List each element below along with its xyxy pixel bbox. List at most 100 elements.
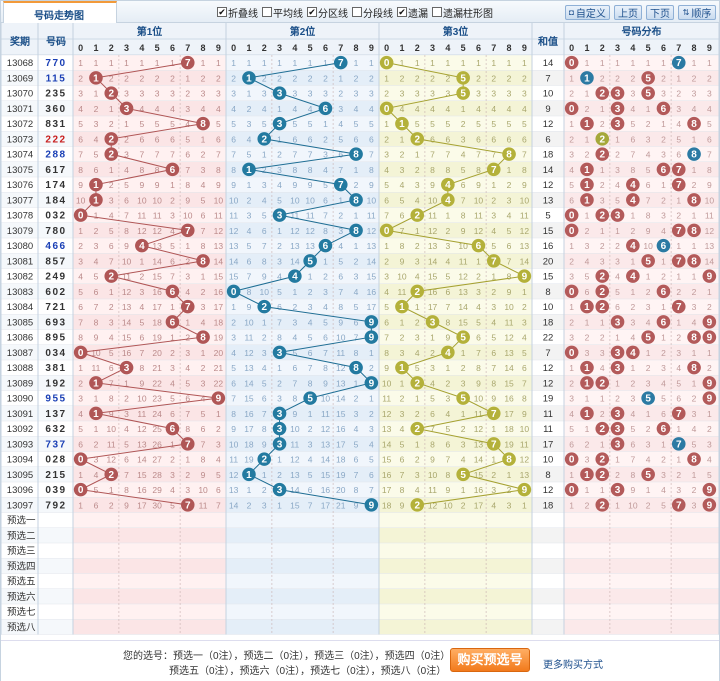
preselect-row-label[interactable]: 预选一: [7, 515, 36, 527]
preselect-row-label[interactable]: 预选五: [7, 576, 36, 588]
omission-count: 1: [384, 241, 389, 251]
omission-count: 7: [445, 455, 450, 465]
drawn-number-cell: 222: [45, 134, 66, 145]
omission-count: 2: [600, 409, 605, 419]
omission-count: 14: [382, 439, 392, 449]
preselect-row-label[interactable]: 预选六: [7, 591, 36, 603]
omission-count: 1: [646, 409, 651, 419]
omission-count: 19: [152, 333, 162, 343]
omission-count: 11: [428, 211, 437, 221]
omission-count: 2: [415, 455, 420, 465]
buy-preselected-button[interactable]: 购买预选号: [450, 648, 530, 672]
omission-count: 7: [78, 317, 83, 327]
row-bg: [532, 512, 564, 528]
row-bg: [226, 527, 379, 543]
preselect-row-label[interactable]: 预选二: [7, 530, 36, 542]
omission-count: 1: [461, 58, 466, 68]
omission-count: 11: [214, 211, 223, 221]
omission-count: 2: [354, 73, 359, 83]
omission-count: 2: [277, 73, 282, 83]
omission-count: 9: [476, 180, 481, 190]
omission-count: 1: [78, 470, 83, 480]
row-bg: [564, 573, 719, 589]
omission-count: 1: [170, 302, 175, 312]
digit-header: 4: [445, 43, 450, 53]
omission-count: 8: [445, 317, 450, 327]
omission-count: 5: [94, 150, 99, 160]
preselect-row-label[interactable]: 预选八: [7, 621, 36, 633]
omission-count: 6: [476, 134, 481, 144]
pos1-ball-digit: 0: [78, 485, 84, 496]
omission-count: 1: [430, 333, 435, 343]
distribution-ball-digit: 1: [584, 119, 590, 130]
omission-count: 3: [476, 287, 481, 297]
omission-count: 17: [367, 302, 377, 312]
omission-count: 4: [369, 439, 374, 449]
omission-count: 13: [458, 287, 468, 297]
omission-count: 2: [461, 119, 466, 129]
omission-count: 4: [384, 165, 389, 175]
period-cell: 13097: [7, 500, 33, 511]
omission-count: 9: [646, 226, 651, 236]
omission-count: 1: [231, 58, 236, 68]
omission-count: 4: [461, 150, 466, 160]
omission-count: 6: [615, 302, 620, 312]
omission-count: 1: [323, 256, 328, 266]
omission-count: 4: [707, 104, 712, 114]
sum-cell: 8: [545, 470, 550, 481]
omission-count: 3: [445, 241, 450, 251]
omission-count: 12: [122, 287, 132, 297]
omission-count: 4: [354, 104, 359, 114]
omission-count: 3: [507, 195, 512, 205]
omission-count: 9: [216, 180, 221, 190]
distribution-ball-digit: 3: [615, 439, 621, 450]
omission-count: 4: [216, 455, 221, 465]
period-cell: 13070: [7, 89, 33, 100]
omission-count: 1: [585, 211, 590, 221]
omission-count: 6: [661, 409, 666, 419]
omission-count: 2: [94, 226, 99, 236]
distribution-ball-digit: 1: [584, 409, 590, 420]
omission-count: 3: [707, 439, 712, 449]
omission-count: 10: [443, 500, 453, 510]
omission-count: 5: [430, 394, 435, 404]
omission-count: 7: [461, 195, 466, 205]
more-buy-options-link[interactable]: 更多购买方式: [543, 656, 603, 671]
omission-count: 2: [94, 439, 99, 449]
digit-header: 7: [676, 43, 681, 53]
omission-count: 3: [615, 165, 620, 175]
omission-count: 3: [491, 211, 496, 221]
omission-count: 4: [491, 317, 496, 327]
row-bg: [379, 604, 532, 620]
preselect-row-label[interactable]: 预选七: [7, 606, 36, 618]
omission-count: 17: [504, 409, 514, 419]
row-bg: [379, 543, 532, 559]
omission-count: 7: [201, 226, 206, 236]
omission-count: 1: [308, 58, 313, 68]
preselect-row-label[interactable]: 预选四: [7, 560, 36, 572]
omission-count: 1: [585, 394, 590, 404]
omission-count: 2: [170, 348, 175, 358]
distribution-ball-digit: 8: [691, 226, 697, 237]
omission-count: 2: [400, 394, 405, 404]
omission-count: 7: [170, 150, 175, 160]
omission-count: 4: [170, 104, 175, 114]
omission-count: 9: [262, 272, 267, 282]
pos1-ball-digit: 8: [200, 333, 206, 344]
sum-cell: 7: [545, 348, 550, 359]
omission-count: 2: [522, 302, 527, 312]
omission-count: 3: [661, 150, 666, 160]
omission-count: 1: [415, 394, 420, 404]
distribution-ball-digit: 3: [615, 409, 621, 420]
omission-count: 19: [214, 333, 224, 343]
distribution-ball-digit: 2: [599, 470, 605, 481]
preselect-row-label[interactable]: 预选三: [7, 545, 36, 557]
digit-header: 6: [661, 43, 666, 53]
omission-count: 2: [139, 272, 144, 282]
omission-count: 1: [461, 348, 466, 358]
omission-count: 14: [458, 302, 468, 312]
omission-count: 5: [707, 470, 712, 480]
omission-count: 9: [247, 302, 252, 312]
omission-count: 2: [445, 226, 450, 236]
omission-count: 6: [400, 211, 405, 221]
